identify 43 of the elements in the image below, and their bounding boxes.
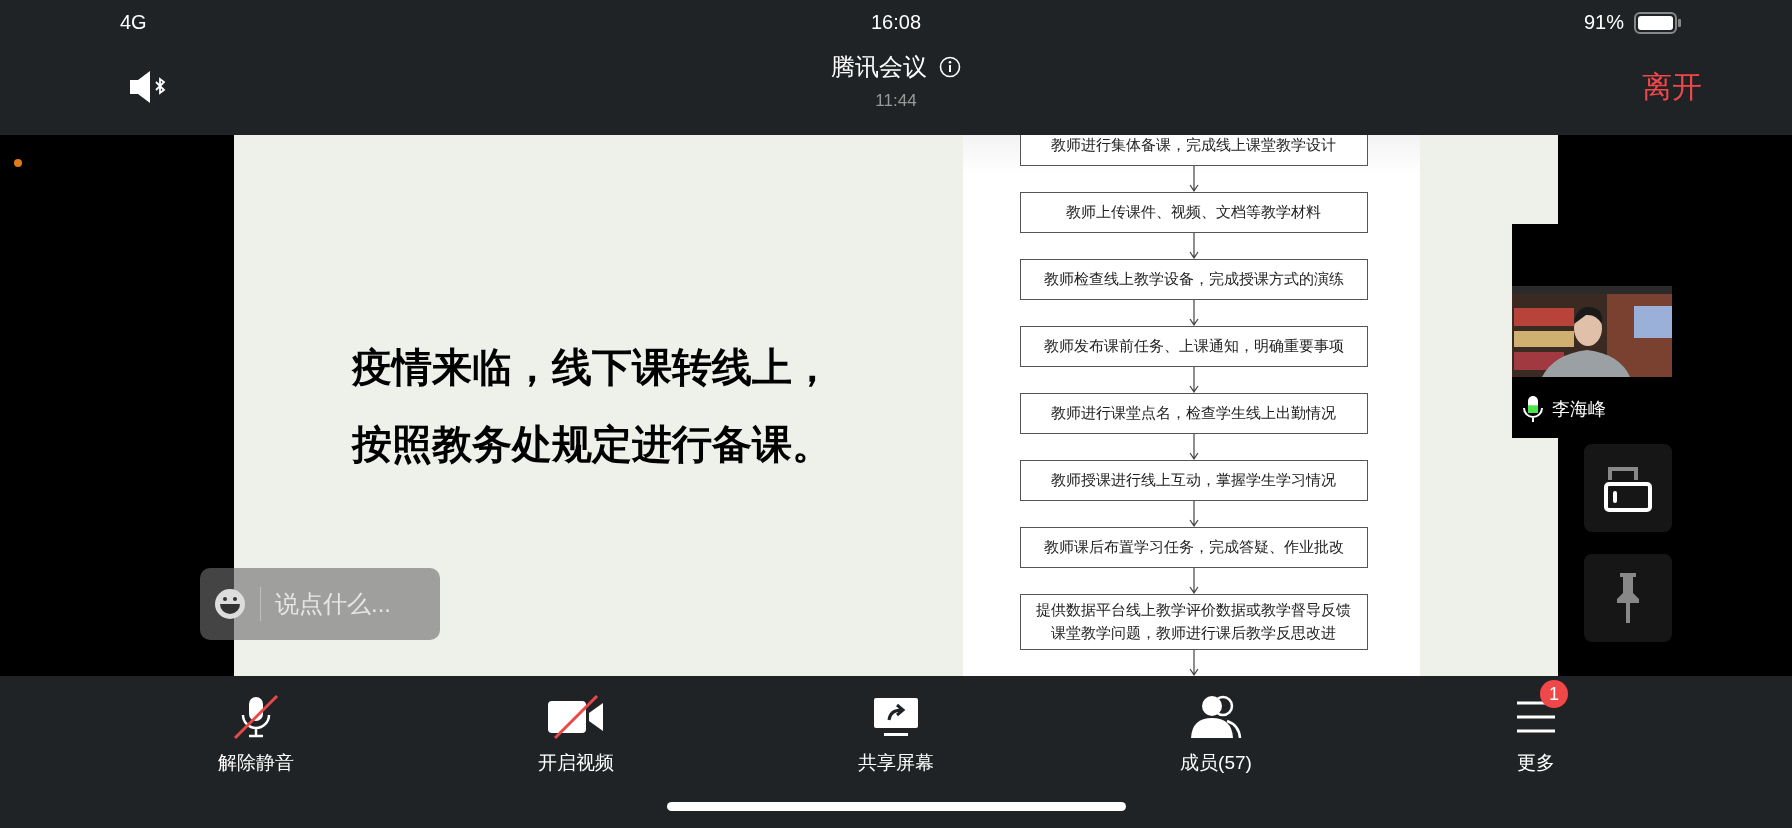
clock-time: 16:08: [870, 11, 922, 34]
battery-icon: [1634, 11, 1682, 34]
screen-lock-button[interactable]: [1584, 444, 1672, 532]
flowchart-step: 教师上传课件、视频、文档等教学材料: [1019, 191, 1368, 233]
flowchart-step: 教师进行集体备课，完成线上课堂教学设计: [1019, 135, 1368, 166]
toolbar-button[interactable]: 开启视频: [506, 676, 646, 802]
flowchart-step: 教师进行课堂点名，检查学生线上出勤情况: [1019, 392, 1368, 434]
toolbar-button[interactable]: 共享屏幕: [826, 676, 966, 802]
flow-arrow: [1188, 299, 1199, 326]
carrier-label: 4G: [120, 11, 147, 34]
meeting-duration: 11:44: [875, 91, 917, 111]
slide-heading: 疫情来临，线下课转线上，: [352, 342, 833, 392]
flow-arrow: [1188, 166, 1199, 192]
message-field[interactable]: 说点什么...: [275, 590, 425, 618]
emoji-icon[interactable]: [214, 588, 246, 620]
notification-badge: 1: [1540, 680, 1568, 708]
flowchart-step: 教师发布课前任务、上课通知，明确重要事项: [1019, 325, 1368, 367]
lock-icon: [1604, 464, 1652, 512]
info-icon[interactable]: [939, 56, 961, 78]
meeting-title: 腾讯会议: [831, 52, 927, 82]
toolbar-button[interactable]: 解除静音: [186, 676, 326, 802]
microphone-icon: [1522, 395, 1544, 423]
flowchart-step: 教师课后布置学习任务，完成答疑、作业批改: [1019, 526, 1368, 568]
toolbar-button[interactable]: 成员(57): [1146, 676, 1286, 802]
participant-name: 李海峰: [1552, 398, 1606, 421]
slide-heading: 按照教务处规定进行备课。: [352, 419, 833, 469]
battery-percent: 91%: [1583, 11, 1624, 34]
flow-arrow: [1188, 232, 1199, 259]
participant-tile[interactable]: 李海峰: [1512, 224, 1672, 438]
leave-button[interactable]: 离开: [1642, 66, 1702, 108]
flow-arrow: [1188, 500, 1199, 527]
pin-button[interactable]: [1584, 554, 1672, 642]
flow-arrow: [1188, 433, 1199, 460]
share-screen-icon: [872, 695, 920, 739]
flow-arrow: [1188, 567, 1199, 594]
flow-arrow: [1188, 366, 1199, 393]
flowchart-step: 教师检查线上教学设备，完成授课方式的演练: [1019, 258, 1368, 300]
flowchart-step: 提供数据平台线上教学评价数据或教学督导反馈课堂教学问题，教师进行课后教学反思改进: [1019, 593, 1368, 651]
status-dot: [14, 159, 22, 167]
flow-arrow: [1188, 650, 1199, 676]
toolbar-button[interactable]: 1 更多: [1466, 676, 1606, 802]
flowchart-step: 教师授课进行线上互动，掌握学生学习情况: [1019, 459, 1368, 501]
members-icon: [1189, 695, 1243, 739]
